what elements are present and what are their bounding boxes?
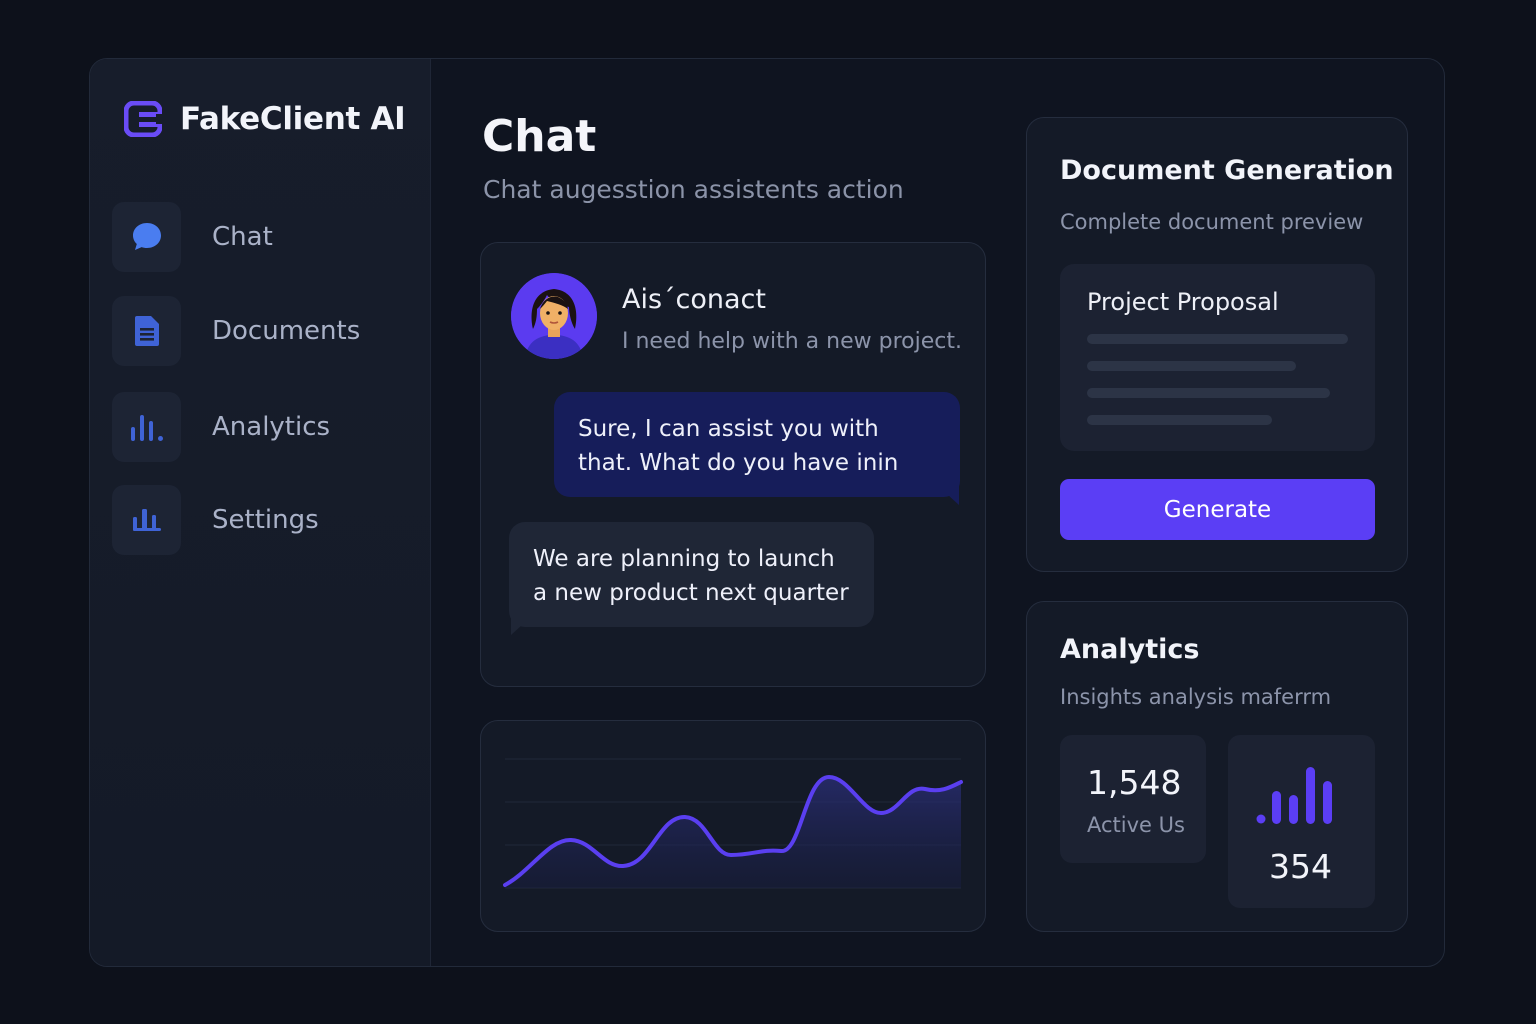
contact-message: I need help with a new project. (622, 329, 962, 354)
preview-title: Project Proposal (1087, 288, 1279, 316)
bar-chart-icon (130, 415, 163, 441)
generate-button[interactable]: Generate (1060, 479, 1375, 540)
trend-area (505, 777, 961, 888)
placeholder-line (1087, 361, 1296, 371)
page-subtitle: Chat augesstion assistents action (483, 175, 904, 204)
sidebar-item-analytics[interactable]: Analytics (112, 392, 330, 462)
sidebar-item-documents[interactable]: Documents (112, 296, 360, 366)
bubble-tail (937, 485, 959, 505)
card-title: Analytics (1060, 634, 1200, 665)
user-avatar-icon (511, 273, 597, 359)
chat-bubble-icon (132, 223, 161, 250)
settings-bars-icon (132, 509, 161, 531)
fakeclient-logo-icon (124, 101, 162, 137)
sidebar-item-label: Settings (212, 505, 319, 535)
active-users-stat[interactable]: 1,548 Active Us (1060, 735, 1206, 863)
app-name: FakeClient AI (180, 101, 406, 137)
document-generation-card: Document Generation Complete document pr… (1026, 117, 1408, 572)
chat-card: Ais´conact I need help with a new projec… (480, 242, 986, 687)
active-users-label: Active Us (1087, 813, 1185, 837)
sidebar-item-label: Chat (212, 222, 273, 252)
active-users-value: 1,548 (1087, 763, 1182, 802)
bars-stat-value: 354 (1269, 847, 1332, 886)
document-icon (134, 316, 159, 346)
avatar[interactable] (511, 273, 597, 359)
placeholder-line (1087, 415, 1272, 425)
trend-graph-card (480, 720, 986, 932)
sidebar: FakeClient AI Chat Documents Analytics S… (90, 59, 431, 966)
sidebar-item-chat[interactable]: Chat (112, 202, 273, 272)
trend-line-graph (503, 758, 963, 889)
sidebar-item-label: Analytics (212, 412, 331, 442)
user-message-bubble: We are planning to launch a new product … (509, 522, 874, 627)
brand[interactable]: FakeClient AI (124, 101, 406, 137)
placeholder-line (1087, 334, 1348, 344)
app-window: FakeClient AI Chat Documents Analytics S… (89, 58, 1445, 967)
placeholder-line (1087, 388, 1330, 398)
sidebar-item-label: Documents (212, 316, 361, 346)
assistant-message-bubble: Sure, I can assist you with that. What d… (554, 392, 960, 497)
page-title: Chat (482, 111, 597, 162)
analytics-card: Analytics Insights analysis maferrm 1,54… (1026, 601, 1408, 932)
card-subtitle: Insights analysis maferrm (1060, 685, 1332, 709)
card-subtitle: Complete document preview (1060, 210, 1364, 234)
sidebar-item-settings[interactable]: Settings (112, 485, 319, 555)
card-title: Document Generation (1060, 155, 1394, 186)
bubble-tail (511, 615, 533, 635)
document-preview[interactable]: Project Proposal (1060, 264, 1375, 451)
mini-bar-chart-icon (1256, 767, 1332, 824)
bars-stat[interactable]: 354 (1228, 735, 1375, 908)
contact-name: Ais´conact (622, 284, 766, 315)
